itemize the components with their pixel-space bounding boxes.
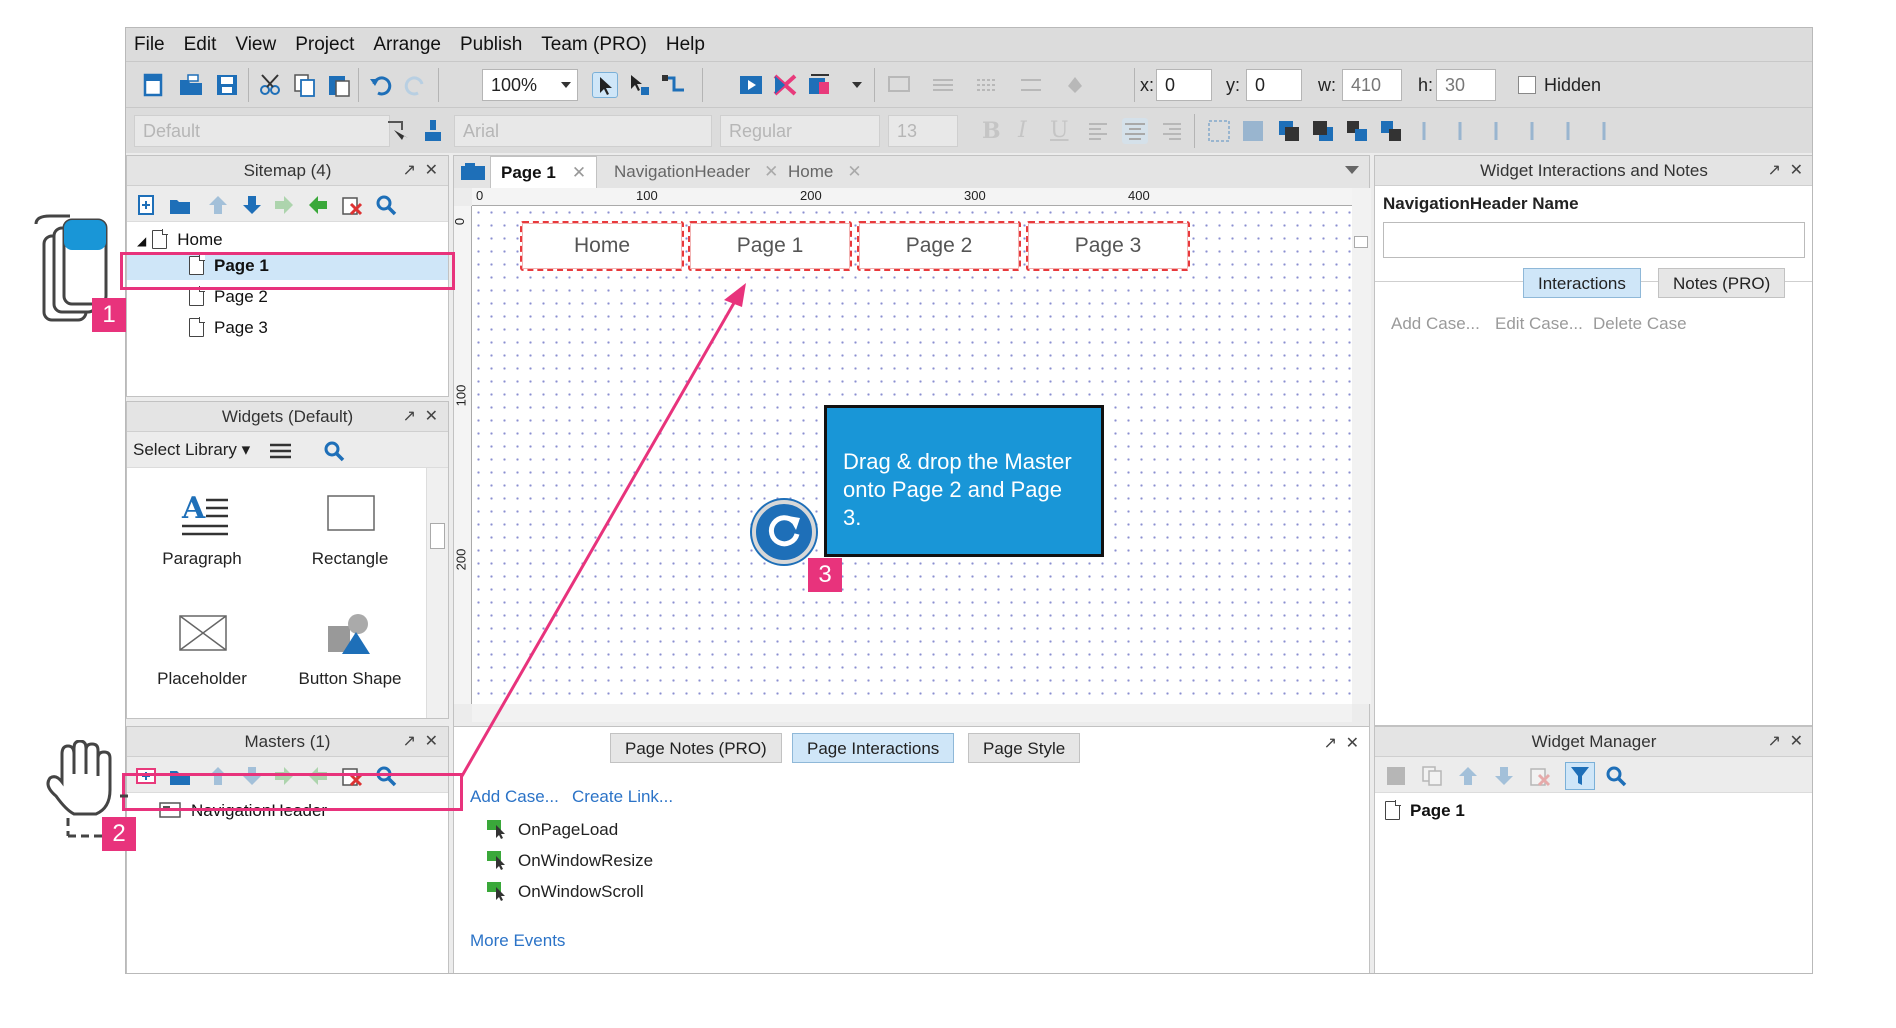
refresh-icon [752, 500, 816, 564]
step-badge-1: 1 [92, 298, 126, 332]
drag-arrow [460, 283, 746, 777]
step-badge-2: 2 [102, 817, 136, 851]
step-badge-3: 3 [808, 558, 842, 592]
